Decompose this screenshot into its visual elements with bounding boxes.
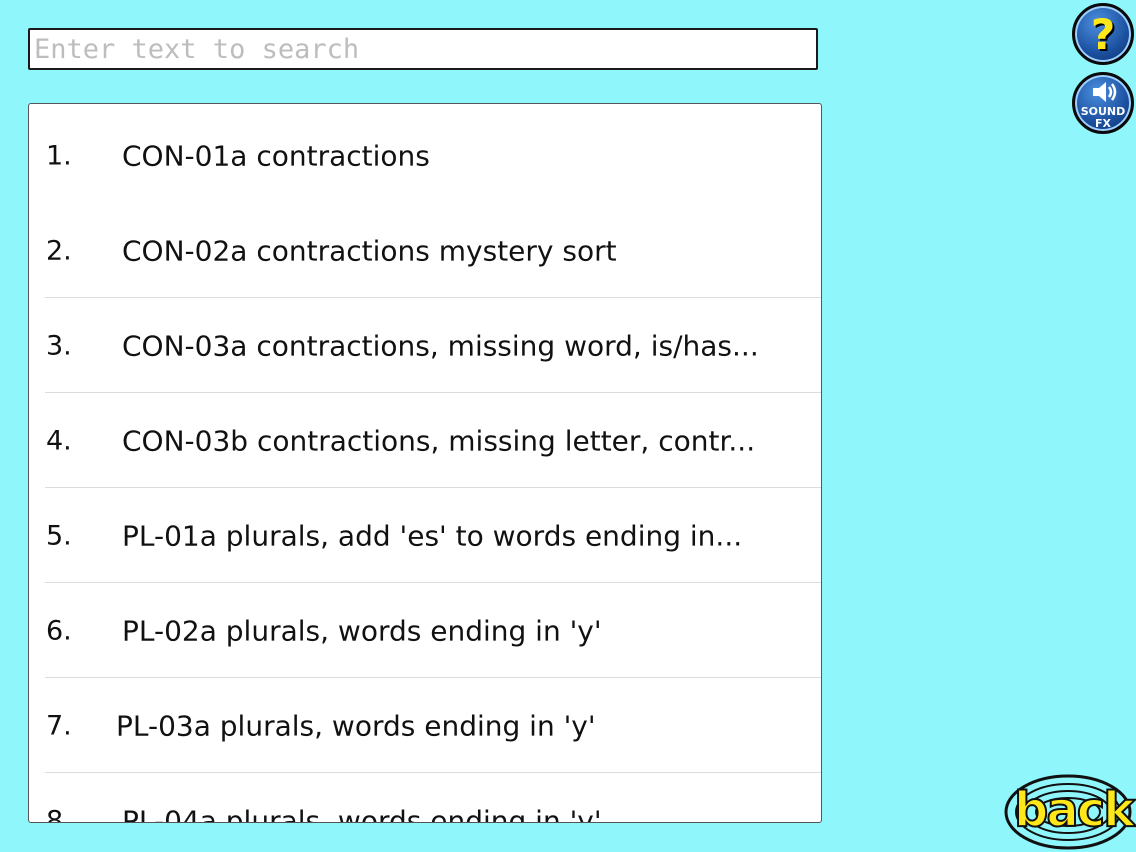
list-item-2[interactable]: 2. CON-02a contractions mystery sort (29, 203, 821, 298)
list-item-5[interactable]: 5. PL-01a plurals, add 'es' to words end… (29, 488, 821, 583)
search-box[interactable] (28, 28, 818, 70)
item-title: PL-01a plurals, add 'es' to words ending… (122, 519, 743, 552)
item-title: CON-02a contractions mystery sort (122, 234, 617, 267)
list-item-4[interactable]: 4. CON-03b contractions, missing letter,… (29, 393, 821, 488)
item-title: PL-03a plurals, words ending in 'y' (116, 709, 596, 742)
item-number: 8. (46, 805, 72, 823)
back-button[interactable]: back (1004, 772, 1136, 850)
list-item-3[interactable]: 3. CON-03a contractions, missing word, i… (29, 298, 821, 393)
item-title: PL-02a plurals, words ending in 'y' (122, 614, 602, 647)
fx-label: FX (1095, 117, 1111, 130)
item-number: 4. (46, 425, 72, 456)
item-number: 2. (46, 235, 72, 266)
back-label: back (1013, 781, 1136, 839)
list-item-6[interactable]: 6. PL-02a plurals, words ending in 'y' (29, 583, 821, 678)
item-number: 1. (46, 140, 72, 171)
sound-fx-button[interactable]: SOUND FX (1072, 72, 1134, 134)
help-button[interactable]: ? (1072, 3, 1134, 65)
item-title: CON-03b contractions, missing letter, co… (122, 424, 756, 457)
item-number: 6. (46, 615, 72, 646)
question-icon: ? (1090, 10, 1116, 59)
list-item-1[interactable]: 1. CON-01a contractions (29, 108, 821, 203)
item-title: CON-03a contractions, missing word, is/h… (122, 329, 759, 362)
activity-list[interactable]: 1. CON-01a contractions 2. CON-02a contr… (28, 103, 822, 823)
item-title: PL-04a plurals, words ending in 'y' (122, 804, 602, 823)
search-input[interactable] (30, 30, 816, 68)
item-number: 5. (46, 520, 72, 551)
list-item-8[interactable]: 8. PL-04a plurals, words ending in 'y' (29, 773, 821, 823)
sound-label: SOUND (1080, 105, 1126, 118)
item-number: 3. (46, 330, 72, 361)
item-title: CON-01a contractions (122, 139, 430, 172)
list-item-7[interactable]: 7. PL-03a plurals, words ending in 'y' (29, 678, 821, 773)
speaker-icon (1093, 82, 1117, 102)
item-number: 7. (46, 710, 72, 741)
